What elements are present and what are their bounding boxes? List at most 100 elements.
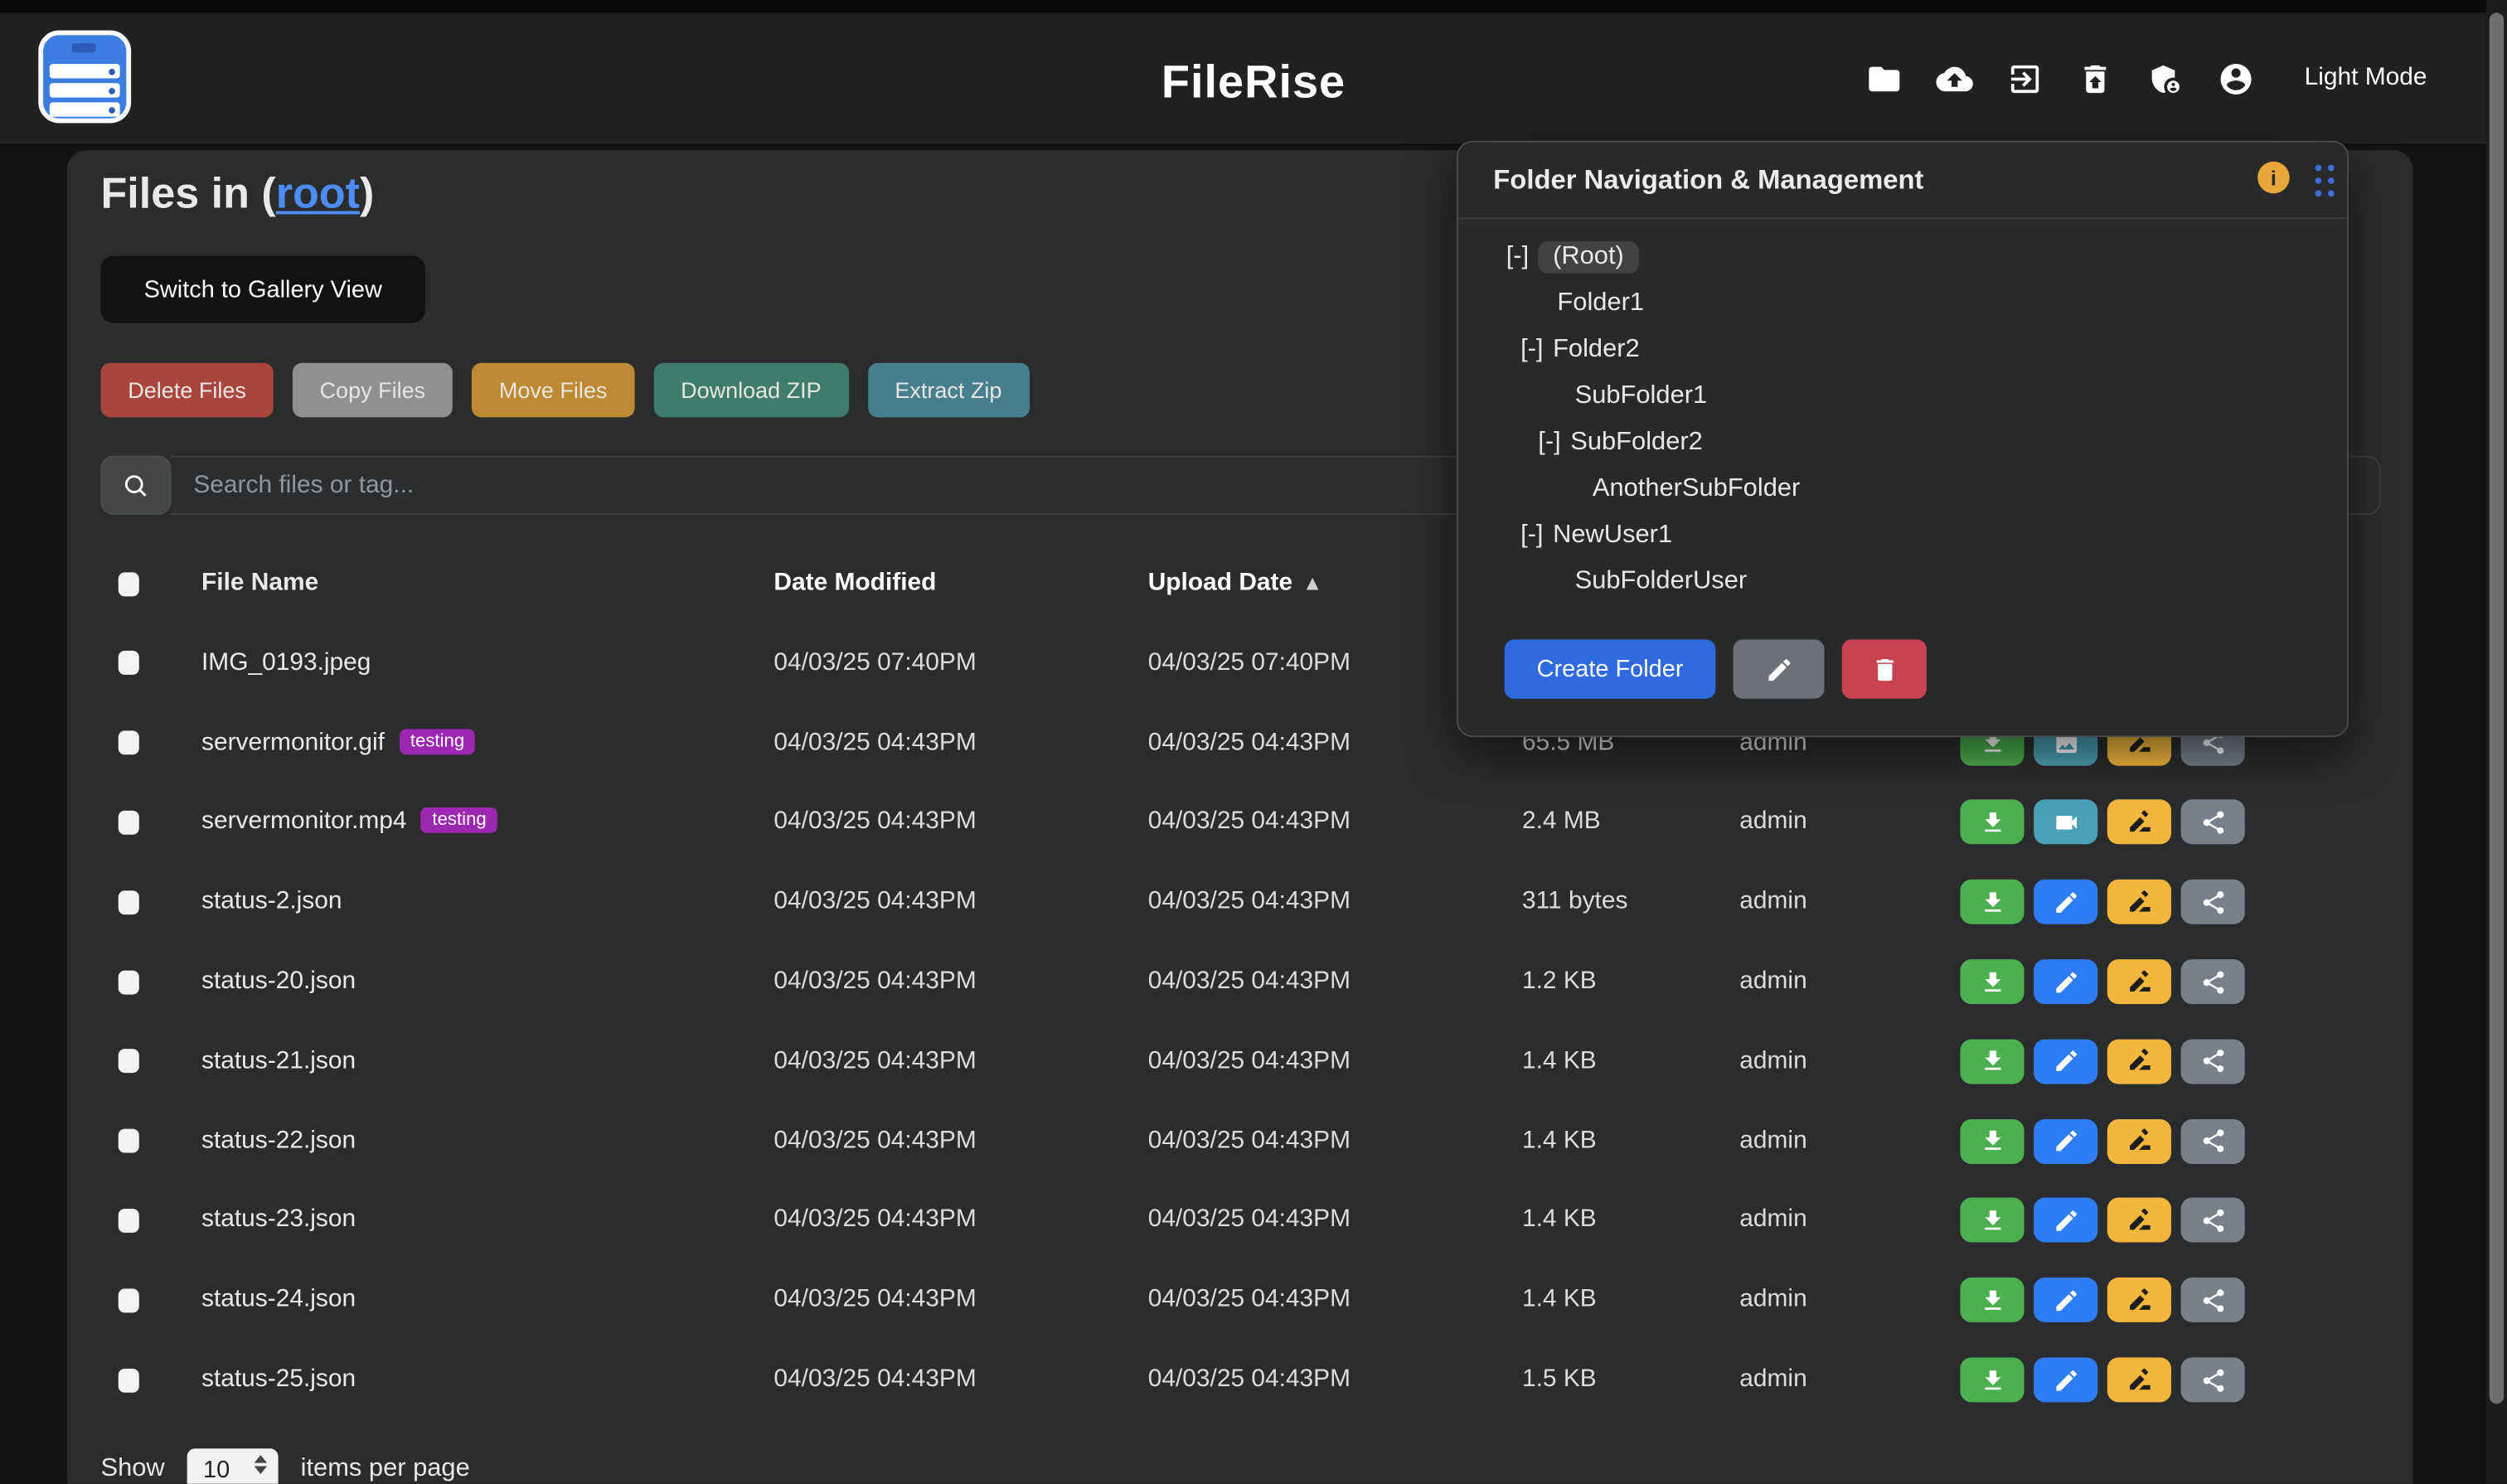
tree-folder-label[interactable]: SubFolder2 — [1570, 428, 1703, 457]
download-button[interactable] — [1960, 880, 2024, 924]
rename-button[interactable] — [2107, 1039, 2171, 1084]
download-button[interactable] — [1960, 1278, 2024, 1322]
file-name[interactable]: status-23.json — [201, 1206, 356, 1235]
download-zip-button[interactable]: Download ZIP — [653, 363, 848, 418]
download-button[interactable] — [1960, 800, 2024, 845]
info-icon[interactable]: i — [2257, 162, 2290, 194]
tree-toggle[interactable]: [-] — [1520, 521, 1543, 550]
file-name[interactable]: status-21.json — [201, 1047, 356, 1076]
file-name[interactable]: status-20.json — [201, 968, 356, 997]
folder-tree-item[interactable]: SubFolderUser — [1458, 558, 2347, 604]
rename-button[interactable] — [2107, 1198, 2171, 1243]
column-header-date-modified[interactable]: Date Modified — [773, 570, 1147, 599]
rename-button[interactable] — [2107, 1357, 2171, 1402]
folder-tree-item[interactable]: Folder1 — [1458, 279, 2347, 326]
edit-file-button[interactable] — [2034, 1278, 2097, 1322]
row-checkbox[interactable] — [119, 811, 139, 835]
admin-shield-icon[interactable] — [2148, 60, 2185, 96]
folder-tree-item[interactable]: SubFolder1 — [1458, 372, 2347, 419]
items-per-page-select[interactable]: 10 — [187, 1448, 279, 1483]
folder-tree-item[interactable]: [-] Folder2 — [1458, 326, 2347, 372]
rename-button[interactable] — [2107, 1278, 2171, 1322]
file-name[interactable]: status-22.json — [201, 1127, 356, 1156]
edit-file-button[interactable] — [2034, 1198, 2097, 1243]
select-all-checkbox[interactable] — [119, 571, 139, 595]
row-checkbox[interactable] — [119, 1368, 139, 1392]
file-name[interactable]: servermonitor.gif — [201, 729, 385, 758]
rename-button[interactable] — [2107, 1118, 2171, 1163]
row-checkbox[interactable] — [119, 890, 139, 914]
rename-button[interactable] — [2107, 800, 2171, 845]
row-checkbox[interactable] — [119, 1050, 139, 1074]
move-files-button[interactable]: Move Files — [472, 363, 634, 418]
row-checkbox[interactable] — [119, 970, 139, 994]
tree-toggle[interactable]: [-] — [1520, 335, 1543, 364]
logout-icon[interactable] — [2007, 60, 2044, 96]
row-checkbox[interactable] — [119, 731, 139, 755]
row-checkbox[interactable] — [119, 652, 139, 676]
row-checkbox[interactable] — [119, 1129, 139, 1153]
extract-zip-button[interactable]: Extract Zip — [868, 363, 1030, 418]
share-button[interactable] — [2181, 959, 2245, 1004]
folder-tree-item[interactable]: [-] (Root) — [1458, 234, 2347, 280]
rename-button[interactable] — [2107, 959, 2171, 1004]
app-logo[interactable] — [38, 31, 131, 124]
tree-folder-label[interactable]: SubFolderUser — [1575, 567, 1748, 596]
light-mode-toggle[interactable]: Light Mode — [2305, 64, 2427, 93]
share-button[interactable] — [2181, 1198, 2245, 1243]
tree-folder-label[interactable]: AnotherSubFolder — [1593, 474, 1800, 503]
file-name[interactable]: status-24.json — [201, 1286, 356, 1315]
drag-handle-icon[interactable] — [2315, 165, 2335, 197]
edit-file-button[interactable] — [2034, 1118, 2097, 1163]
delete-files-button[interactable]: Delete Files — [100, 363, 273, 418]
copy-files-button[interactable]: Copy Files — [293, 363, 453, 418]
upload-cloud-icon[interactable] — [1937, 60, 1973, 96]
download-button[interactable] — [1960, 1118, 2024, 1163]
root-folder-link[interactable]: root — [276, 169, 360, 217]
file-name[interactable]: status-25.json — [201, 1365, 356, 1394]
rename-button[interactable] — [2107, 880, 2171, 924]
share-button[interactable] — [2181, 1039, 2245, 1084]
preview-video-button[interactable] — [2034, 800, 2097, 845]
folder-icon[interactable] — [1866, 60, 1903, 96]
share-button[interactable] — [2181, 800, 2245, 845]
share-button[interactable] — [2181, 880, 2245, 924]
file-name[interactable]: IMG_0193.jpeg — [201, 649, 371, 678]
scrollbar-thumb[interactable] — [2490, 12, 2504, 1404]
download-button[interactable] — [1960, 1357, 2024, 1402]
file-name[interactable]: servermonitor.mp4 — [201, 808, 407, 837]
edit-file-button[interactable] — [2034, 880, 2097, 924]
row-checkbox[interactable] — [119, 1209, 139, 1233]
folder-tree-item[interactable]: AnotherSubFolder — [1458, 465, 2347, 512]
folder-tree-item[interactable]: [-] NewUser1 — [1458, 512, 2347, 558]
column-header-file-name[interactable]: File Name — [201, 570, 773, 599]
file-name[interactable]: status-2.json — [201, 888, 342, 917]
share-button[interactable] — [2181, 1357, 2245, 1402]
tree-folder-label[interactable]: SubFolder1 — [1575, 381, 1708, 410]
folder-tree-item[interactable]: [-] SubFolder2 — [1458, 419, 2347, 465]
tree-toggle[interactable]: [-] — [1538, 428, 1560, 457]
tree-folder-label[interactable]: Folder1 — [1557, 289, 1644, 318]
download-button[interactable] — [1960, 1039, 2024, 1084]
edit-file-button[interactable] — [2034, 1357, 2097, 1402]
edit-file-button[interactable] — [2034, 1039, 2097, 1084]
tree-folder-label[interactable]: Folder2 — [1553, 335, 1640, 364]
delete-folder-button[interactable] — [1842, 639, 1927, 698]
restore-trash-icon[interactable] — [2078, 60, 2114, 96]
share-button[interactable] — [2181, 1118, 2245, 1163]
tree-folder-label[interactable]: (Root) — [1539, 240, 1638, 273]
create-folder-button[interactable]: Create Folder — [1505, 639, 1716, 698]
edit-file-button[interactable] — [2034, 959, 2097, 1004]
tree-toggle[interactable]: [-] — [1506, 242, 1529, 271]
download-button[interactable] — [1960, 1198, 2024, 1243]
file-tag-badge[interactable]: testing — [421, 808, 497, 834]
file-tag-badge[interactable]: testing — [399, 729, 475, 754]
row-checkbox[interactable] — [119, 1288, 139, 1312]
rename-folder-button[interactable] — [1734, 639, 1825, 698]
header-actions: Light Mode — [1866, 12, 2427, 143]
account-icon[interactable] — [2218, 60, 2255, 96]
switch-gallery-view-button[interactable]: Switch to Gallery View — [100, 256, 424, 323]
share-button[interactable] — [2181, 1278, 2245, 1322]
download-button[interactable] — [1960, 959, 2024, 1004]
tree-folder-label[interactable]: NewUser1 — [1553, 521, 1672, 550]
